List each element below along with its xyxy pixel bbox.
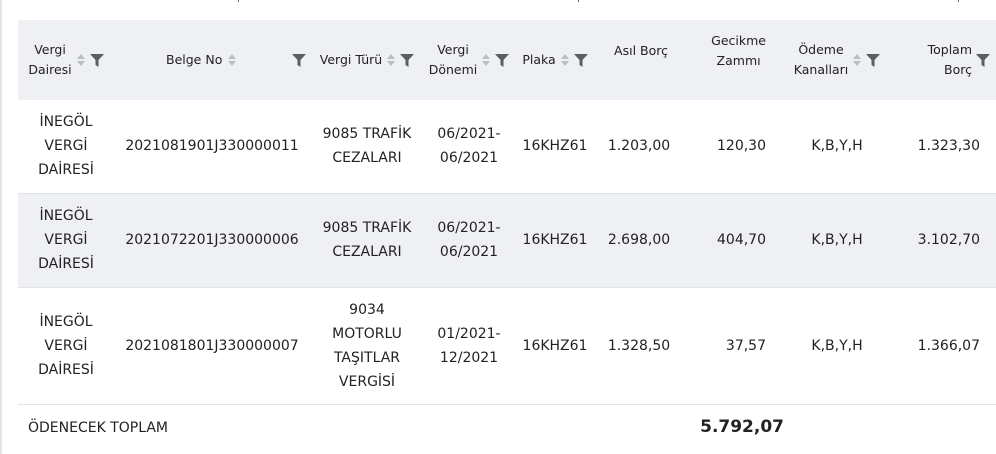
header-odeme-kanallari[interactable]: Ödeme Kanalları <box>782 20 892 100</box>
header-gecikme-zammi: Gecikme Zammı <box>682 20 782 100</box>
cell-vergi-turu: 9085 TRAFİK CEZALARI <box>322 220 412 260</box>
cell-toplam-borc: 3.102,70 <box>917 232 980 248</box>
header-label: Kanalları <box>793 62 849 77</box>
table-row[interactable]: İNEGÖL VERGİ DAİRESİ 2021081901J330000011 … <box>18 100 996 193</box>
sort-icon[interactable] <box>560 53 570 67</box>
filter-icon[interactable] <box>400 53 415 67</box>
cell-vergi-donemi: 01/2021- 12/2021 <box>437 325 501 366</box>
cell-vergi-dairesi: İNEGÖL VERGİ DAİRESİ <box>38 313 94 378</box>
table-row[interactable]: İNEGÖL VERGİ DAİRESİ 2021081801J330000007 … <box>18 287 996 404</box>
cell-plaka: 16KHZ61 <box>522 232 588 248</box>
cell-vergi-turu: 9085 TRAFİK CEZALARI <box>322 126 412 167</box>
cell-toplam-borc: 1.366,07 <box>917 337 980 354</box>
total-label: ÖDENECEK TOPLAM <box>28 420 169 436</box>
header-label: Asıl Borç <box>614 43 668 58</box>
total-value: 5.792,07 <box>700 417 784 437</box>
cell-gecikme-zammi: 37,57 <box>725 337 766 354</box>
clipped-text-fragments <box>18 0 996 4</box>
filter-icon[interactable] <box>866 53 881 67</box>
header-label: Vergi <box>437 42 469 57</box>
header-label: Gecikme <box>711 33 766 48</box>
header-label: Dairesi <box>28 62 72 77</box>
sort-icon[interactable] <box>481 53 491 67</box>
sort-icon[interactable] <box>76 53 86 67</box>
filter-icon[interactable] <box>976 53 990 67</box>
cell-belge-no: 2021081901J330000011 <box>125 138 299 155</box>
cell-belge-no: 2021072201J330000006 <box>125 232 299 248</box>
header-vergi-dairesi[interactable]: Vergi Dairesi <box>18 20 114 100</box>
header-label: Vergi <box>34 42 66 57</box>
header-toplam-borc[interactable]: Toplam Borç <box>892 20 996 100</box>
panel-left-border <box>0 0 2 454</box>
cell-asil-borc: 2.698,00 <box>607 232 671 248</box>
header-asil-borc: Asıl Borç <box>596 20 682 100</box>
header-vergi-turu[interactable]: Vergi Türü <box>310 20 424 100</box>
header-plaka[interactable]: Plaka <box>514 20 596 100</box>
header-label: Dönemi <box>428 62 478 77</box>
sort-icon[interactable] <box>386 53 396 67</box>
cell-asil-borc: 1.203,00 <box>607 138 671 155</box>
filter-icon[interactable] <box>495 53 510 67</box>
tax-debt-panel: Vergi Dairesi Belge No Vergi Türü Vergi … <box>0 0 996 454</box>
header-label: Vergi Türü <box>319 52 383 67</box>
cell-gecikme-zammi: 120,30 <box>717 138 766 155</box>
header-label: Ödeme <box>798 42 844 57</box>
sort-icon[interactable] <box>852 53 862 67</box>
header-label: Zammı <box>716 53 761 68</box>
header-label: Plaka <box>522 52 556 67</box>
header-label: Borç <box>944 62 972 77</box>
cell-vergi-turu: 9034 MOTORLU TAŞITLAR VERGİSİ <box>332 301 402 390</box>
debt-table: Vergi Dairesi Belge No Vergi Türü Vergi … <box>18 20 996 405</box>
header-label: Toplam <box>927 42 972 57</box>
cell-odeme-kanallari: K,B,Y,H <box>811 337 863 354</box>
cell-plaka: 16KHZ61 <box>522 138 588 155</box>
table-header-row: Vergi Dairesi Belge No Vergi Türü Vergi … <box>18 20 996 100</box>
cell-belge-no: 2021081801J330000007 <box>125 337 299 354</box>
filter-icon[interactable] <box>89 53 104 67</box>
header-vergi-donemi[interactable]: Vergi Dönemi <box>424 20 514 100</box>
header-belge-no[interactable]: Belge No <box>114 20 310 100</box>
cell-vergi-dairesi: İNEGÖL VERGİ DAİRESİ <box>38 114 94 179</box>
filter-icon[interactable] <box>292 53 306 67</box>
cell-gecikme-zammi: 404,70 <box>717 232 766 248</box>
cell-vergi-donemi: 06/2021- 06/2021 <box>437 220 501 260</box>
filter-icon[interactable] <box>573 53 588 67</box>
cell-odeme-kanallari: K,B,Y,H <box>811 232 863 248</box>
cell-toplam-borc: 1.323,30 <box>917 138 980 155</box>
cell-asil-borc: 1.328,50 <box>607 337 671 354</box>
cell-plaka: 16KHZ61 <box>522 337 588 354</box>
header-label: Belge No <box>166 52 223 67</box>
sort-icon[interactable] <box>227 53 237 67</box>
cell-vergi-donemi: 06/2021- 06/2021 <box>437 126 501 167</box>
cell-odeme-kanallari: K,B,Y,H <box>811 138 863 155</box>
cell-vergi-dairesi: İNEGÖL VERGİ DAİRESİ <box>38 208 94 272</box>
table-row[interactable]: İNEGÖL VERGİ DAİRESİ 2021072201J330000006 … <box>18 193 996 287</box>
